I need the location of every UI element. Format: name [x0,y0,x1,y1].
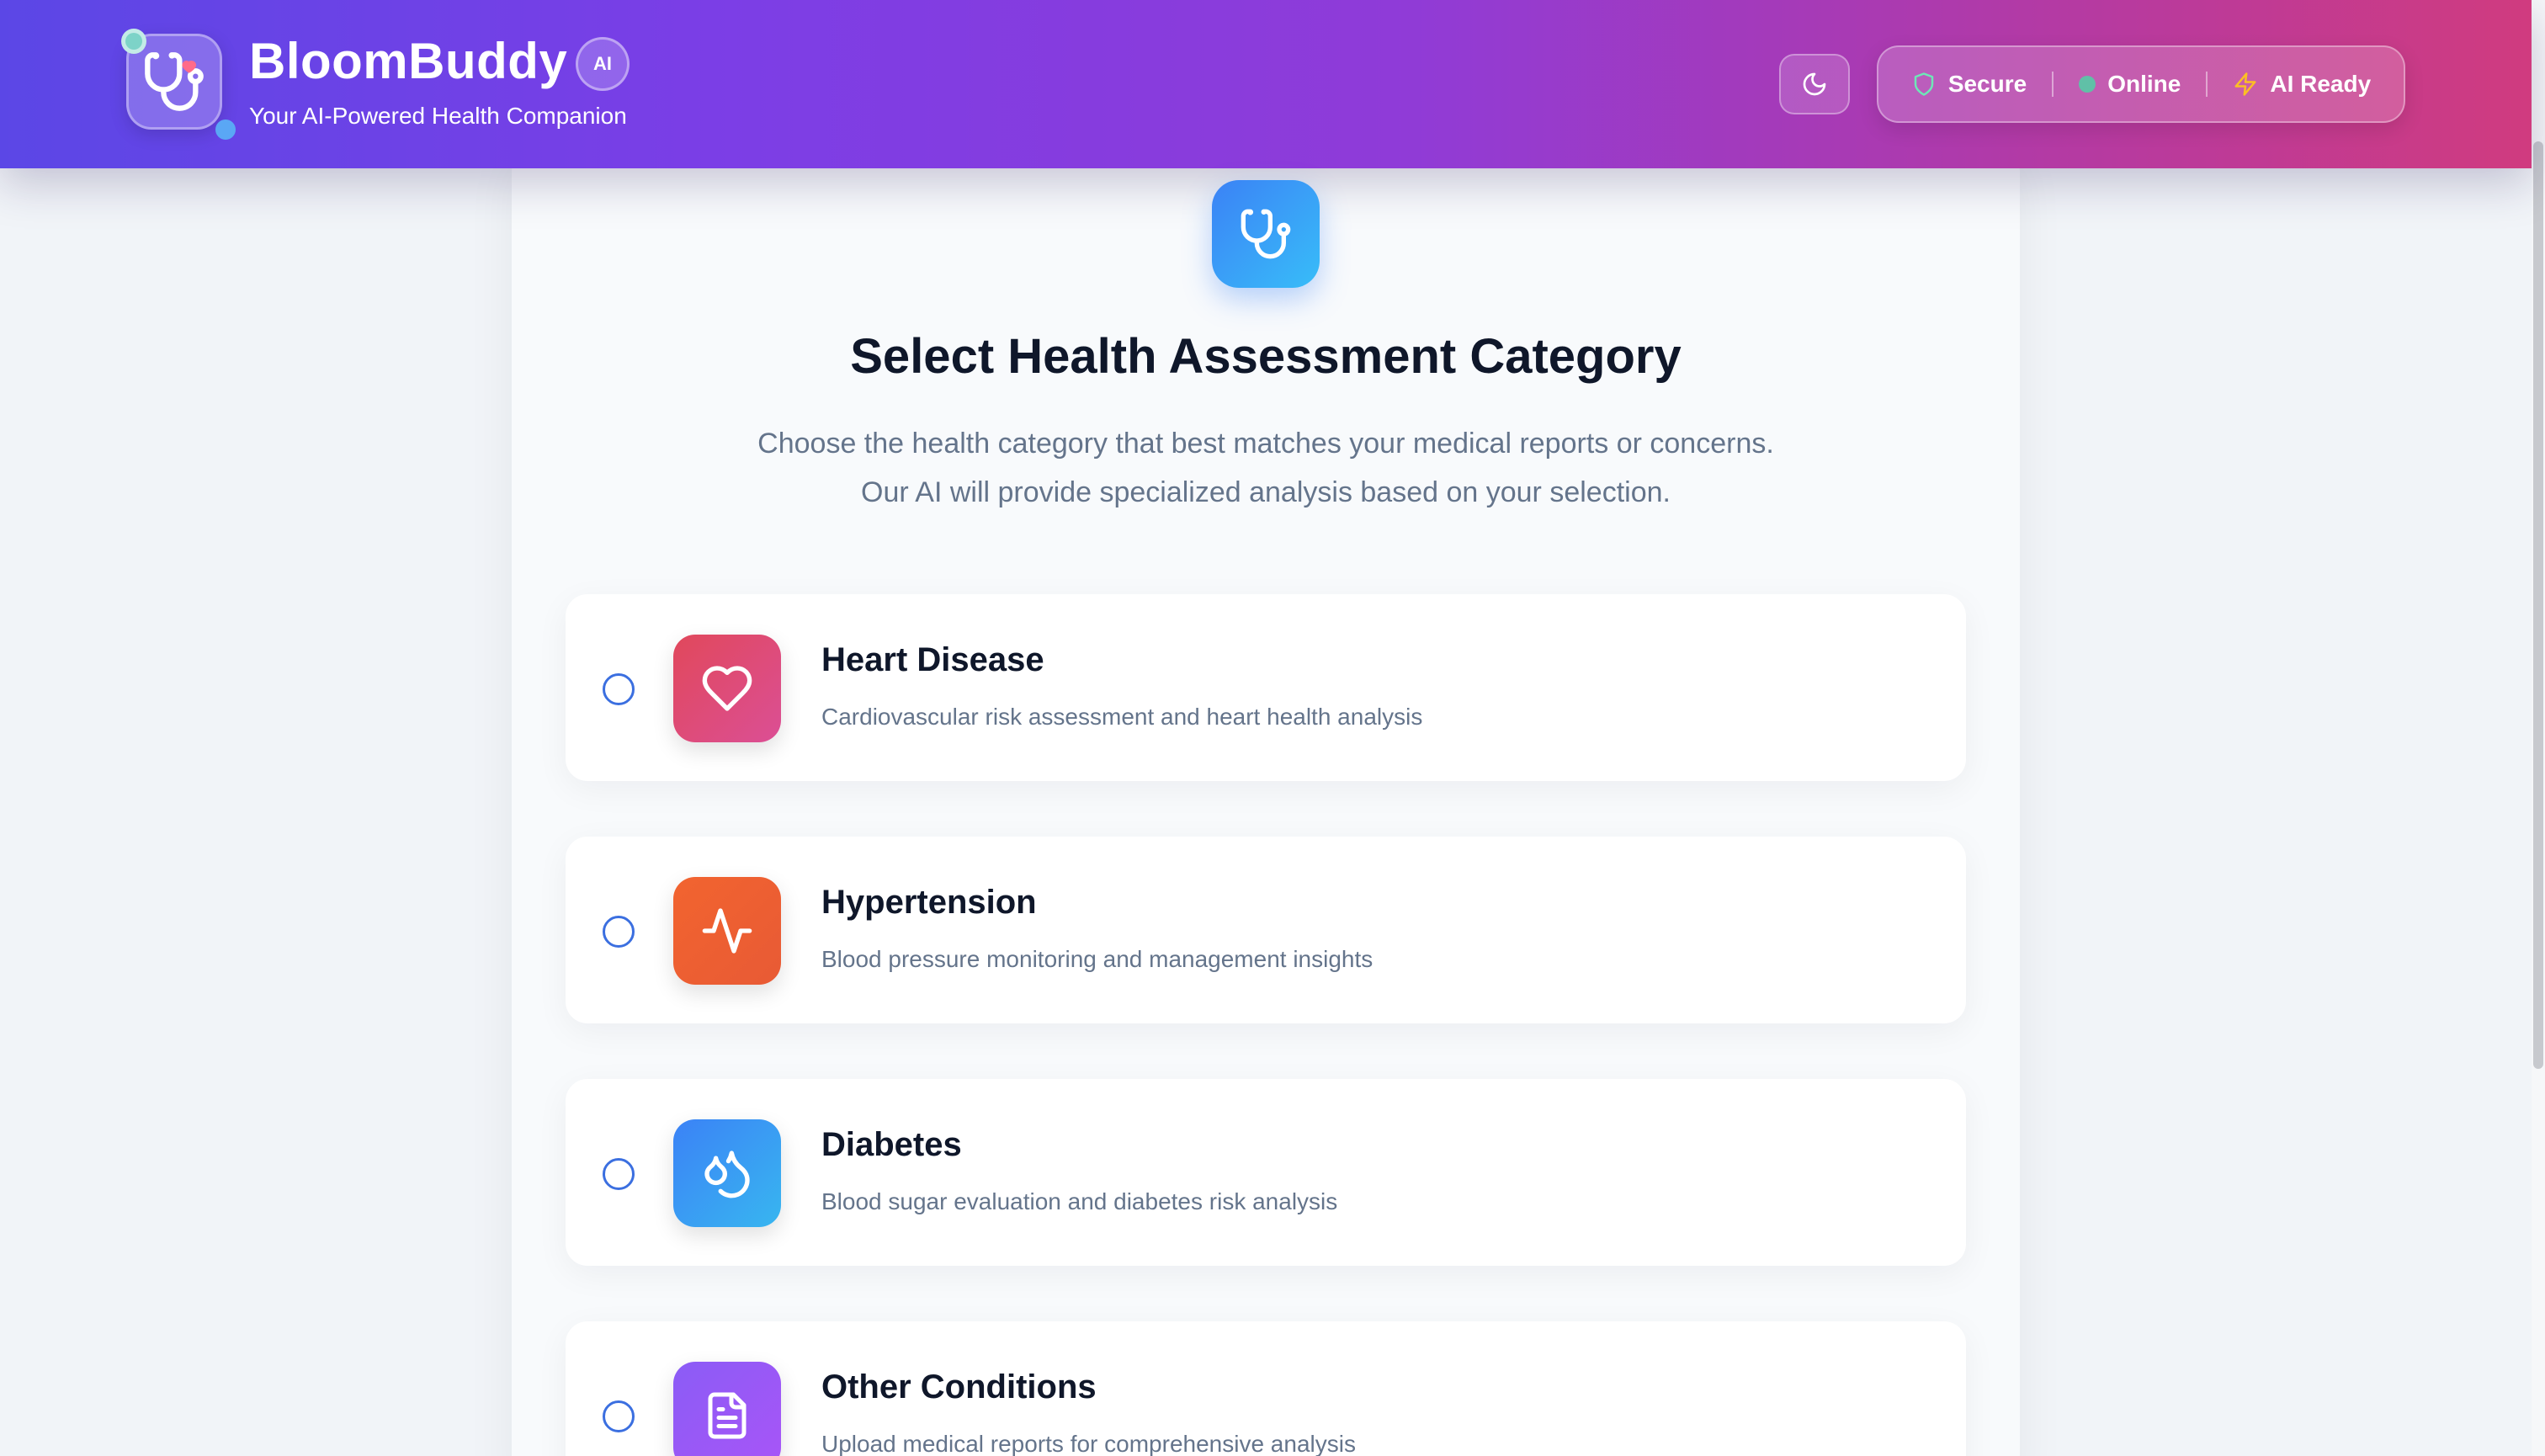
ai-badge: AI [576,37,630,91]
option-title: Other Conditions [821,1368,1097,1406]
option-hypertension[interactable]: Hypertension Blood pressure monitoring a… [566,837,1966,1023]
option-description: Blood sugar evaluation and diabetes risk… [821,1188,1338,1214]
stethoscope-icon [1241,209,1291,259]
page-description: Choose the health category that best mat… [512,419,2020,517]
option-title: Hypertension [821,884,1037,921]
status-indicators: Secure Online AI Ready [1877,45,2405,123]
online-dot-icon [2079,76,2096,93]
heart-icon [702,666,752,711]
option-icon-tile [673,1362,781,1456]
page-title: Select Health Assessment Category [850,329,1682,384]
status-label: Online [2107,71,2181,97]
radio-button[interactable] [603,673,635,705]
option-other-conditions[interactable]: Other Conditions Upload medical reports … [566,1321,1966,1456]
droplets-icon [704,1150,750,1198]
option-title: Diabetes [821,1126,962,1163]
status-online: Online [2054,71,2206,98]
app-header: BloomBuddy AI Your AI-Powered Health Com… [0,0,2532,168]
document-icon [708,1392,746,1439]
option-diabetes[interactable]: Diabetes Blood sugar evaluation and diab… [566,1079,1966,1266]
logo-accent-dot [121,29,146,54]
radio-button[interactable] [603,916,635,948]
logo-accent-dot [215,120,236,140]
radio-button[interactable] [603,1158,635,1190]
brand-name: BloomBuddy [249,33,568,89]
stethoscope-icon [145,52,204,111]
option-icon-tile [673,1119,781,1227]
page-scrollbar-thumb[interactable] [2533,141,2543,1069]
dark-mode-toggle-button[interactable] [1779,54,1850,114]
option-description: Cardiovascular risk assessment and heart… [821,704,1423,730]
pulse-icon [702,908,752,954]
description-line: Choose the health category that best mat… [757,428,1774,460]
bolt-icon [2234,72,2256,96]
option-description: Blood pressure monitoring and management… [821,946,1373,972]
moon-icon [1803,72,1826,96]
status-secure: Secure [1886,71,2052,98]
app-page: BloomBuddy AI Your AI-Powered Health Com… [0,0,2545,1456]
shield-icon [1914,72,1934,96]
option-title: Heart Disease [821,641,1044,678]
option-description: Upload medical reports for comprehensive… [821,1431,1356,1456]
status-label: Secure [1947,71,2027,97]
option-icon-tile [673,635,781,742]
status-label: AI Ready [2270,71,2372,97]
status-ai-ready: AI Ready [2208,71,2396,98]
brand-tagline: Your AI-Powered Health Companion [249,103,627,129]
option-heart-disease[interactable]: Heart Disease Cardiovascular risk assess… [566,594,1966,781]
hero-stethoscope-badge [1212,180,1320,288]
radio-button[interactable] [603,1400,635,1432]
app-logo[interactable] [121,29,236,140]
description-line: Our AI will provide specialized analysis… [861,476,1671,508]
option-icon-tile [673,877,781,985]
